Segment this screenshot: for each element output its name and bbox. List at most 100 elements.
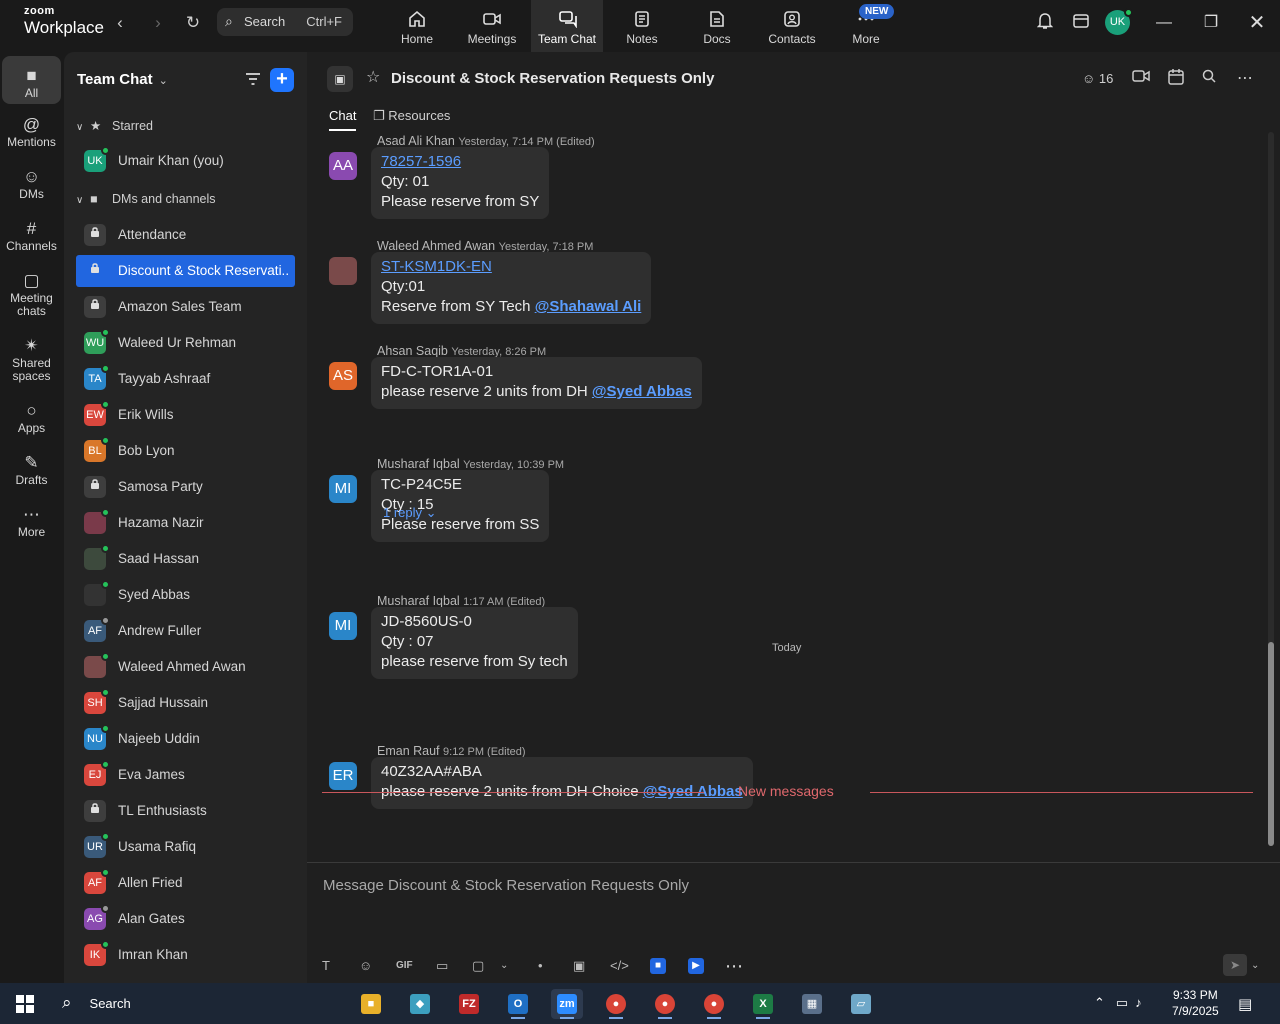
sidebar-item[interactable]: Samosa Party: [76, 471, 295, 503]
message-link[interactable]: 78257-1596: [381, 152, 539, 172]
windows-start-icon[interactable]: [16, 995, 34, 1013]
video-message-icon[interactable]: ▣: [573, 956, 585, 976]
sidebar-item[interactable]: UR Usama Rafiq: [76, 831, 295, 863]
calculator-icon[interactable]: ▦: [796, 989, 828, 1019]
calendar-icon[interactable]: [1167, 68, 1185, 90]
sidebar-item[interactable]: Discount & Stock Reservati...: [76, 255, 295, 287]
close-icon[interactable]: ✕: [1245, 12, 1269, 34]
sidebar-item[interactable]: AF Allen Fried: [76, 867, 295, 899]
avatar[interactable]: MI: [329, 612, 357, 640]
avatar[interactable]: AS: [329, 362, 357, 390]
back-icon[interactable]: ‹: [108, 12, 132, 34]
sender-name[interactable]: Ahsan Saqib: [377, 344, 448, 358]
send-button[interactable]: ➤: [1223, 954, 1247, 976]
history-icon[interactable]: ↻: [181, 12, 205, 34]
bell-icon[interactable]: [1033, 12, 1057, 34]
sidebar-title[interactable]: Team Chat ⌄: [77, 71, 168, 88]
message-link[interactable]: ST-KSM1DK-EN: [381, 257, 641, 277]
sidebar-item[interactable]: AG Alan Gates: [76, 903, 295, 935]
restore-icon[interactable]: ❐: [1199, 12, 1223, 34]
more-options-icon[interactable]: ⋯: [1237, 68, 1253, 90]
file-explorer-icon[interactable]: ■: [355, 989, 387, 1019]
sidebar-item[interactable]: Waleed Ahmed Awan: [76, 651, 295, 683]
avatar[interactable]: AA: [329, 152, 357, 180]
text-format-icon[interactable]: T: [322, 956, 330, 976]
app-icon[interactable]: ■: [650, 958, 666, 974]
nav-docs[interactable]: Docs: [680, 0, 754, 52]
channel-title[interactable]: Discount & Stock Reservation Requests On…: [391, 70, 714, 87]
taskbar-search[interactable]: ⌕ Search: [62, 993, 131, 1013]
tab-resources[interactable]: ❐ Resources: [373, 108, 450, 124]
whiteboard-icon[interactable]: [1069, 12, 1093, 34]
file-icon[interactable]: ▭: [436, 956, 448, 976]
user-mention[interactable]: @Syed Abbas: [592, 383, 692, 400]
sidebar-item[interactable]: BL Bob Lyon: [76, 435, 295, 467]
rail-meeting-chats[interactable]: ▢ Meeting chats: [2, 270, 61, 318]
sender-name[interactable]: Eman Rauf: [377, 744, 440, 758]
nav-home[interactable]: Home: [380, 0, 454, 52]
app-diamond-icon[interactable]: ◆: [404, 989, 436, 1019]
sidebar-item[interactable]: TL Enthusiasts: [76, 795, 295, 827]
microphone-icon[interactable]: •: [538, 956, 543, 976]
nav-team-chat[interactable]: Team Chat: [531, 0, 603, 52]
rail-more[interactable]: ⋯ More: [2, 504, 61, 539]
video-call-icon[interactable]: [1132, 68, 1150, 90]
outlook-icon[interactable]: O: [502, 989, 534, 1019]
gif-button[interactable]: GIF: [396, 956, 413, 976]
sidebar-item-umair-khan[interactable]: UK Umair Khan (you): [76, 145, 295, 177]
search-bar[interactable]: ⌕ Search Ctrl+F: [217, 8, 353, 36]
more-tools-icon[interactable]: ⋯: [725, 956, 743, 976]
sender-name[interactable]: Musharaf Iqbal: [377, 457, 460, 471]
sidebar-item[interactable]: WU Waleed Ur Rehman: [76, 327, 295, 359]
minimize-icon[interactable]: —: [1152, 12, 1176, 34]
taskbar-clock[interactable]: 9:33 PM 7/9/2025: [1172, 987, 1219, 1019]
sidebar-item[interactable]: EJ Eva James: [76, 759, 295, 791]
sender-name[interactable]: Asad Ali Khan: [377, 134, 455, 148]
sidebar-item[interactable]: EW Erik Wills: [76, 399, 295, 431]
nav-meetings[interactable]: Meetings: [455, 0, 529, 52]
chrome-icon[interactable]: ●: [698, 989, 730, 1019]
chrome-icon[interactable]: ●: [649, 989, 681, 1019]
sidebar-item[interactable]: AF Andrew Fuller: [76, 615, 295, 647]
chevron-down-icon[interactable]: ⌄: [1251, 956, 1259, 976]
chevron-down-icon[interactable]: ⌄: [500, 956, 508, 976]
sidebar-item[interactable]: Saad Hassan: [76, 543, 295, 575]
user-mention[interactable]: @Shahawal Ali: [535, 298, 642, 315]
new-chat-button[interactable]: +: [270, 68, 294, 92]
chrome-icon[interactable]: ●: [600, 989, 632, 1019]
rail-apps[interactable]: ○ Apps: [2, 400, 61, 435]
members-button[interactable]: ☺ 16: [1082, 68, 1113, 90]
rail-channels[interactable]: # Channels: [2, 218, 61, 253]
star-outline-icon[interactable]: ☆: [366, 67, 380, 87]
sender-name[interactable]: Waleed Ahmed Awan: [377, 239, 495, 253]
rail-dms[interactable]: ☺ DMs: [2, 166, 61, 201]
sidebar-item[interactable]: TA Tayyab Ashraaf: [76, 363, 295, 395]
sidebar-item[interactable]: SH Sajjad Hussain: [76, 687, 295, 719]
sender-name[interactable]: Musharaf Iqbal: [377, 594, 460, 608]
message-input[interactable]: [323, 873, 1223, 897]
system-tray[interactable]: ⌃ ▭ ♪: [1094, 995, 1142, 1011]
scrollbar-thumb[interactable]: [1268, 642, 1274, 846]
zoom-taskbar-icon[interactable]: zm: [551, 989, 583, 1019]
forward-icon[interactable]: ›: [146, 12, 170, 34]
sidebar-item[interactable]: NU Najeeb Uddin: [76, 723, 295, 755]
rail-all[interactable]: ■ All: [2, 56, 61, 104]
screenshot-icon[interactable]: ▢: [472, 956, 484, 976]
notification-icon[interactable]: ▤: [1238, 995, 1252, 1013]
tab-chat[interactable]: Chat: [329, 108, 357, 131]
user-avatar[interactable]: UK: [1105, 8, 1133, 35]
rail-mentions[interactable]: @ Mentions: [2, 114, 61, 149]
sidebar-item[interactable]: IK Imran Khan: [76, 939, 295, 971]
sidebar-item[interactable]: Hazama Nazir: [76, 507, 295, 539]
avatar[interactable]: MI: [329, 475, 357, 503]
search-icon[interactable]: [1201, 68, 1217, 90]
dms-section-header[interactable]: ∨ ■ DMs and channels: [76, 192, 216, 206]
emoji-icon[interactable]: ☺: [359, 956, 372, 976]
code-snippet-icon[interactable]: </>: [610, 956, 629, 976]
notepad-icon[interactable]: ▱: [845, 989, 877, 1019]
rail-shared-spaces[interactable]: ✴ Shared spaces: [2, 335, 61, 383]
sidebar-item[interactable]: Syed Abbas: [76, 579, 295, 611]
zoom-app-icon[interactable]: ▶: [688, 958, 704, 974]
filezilla-icon[interactable]: FZ: [453, 989, 485, 1019]
rail-drafts[interactable]: ✎ Drafts: [2, 452, 61, 487]
